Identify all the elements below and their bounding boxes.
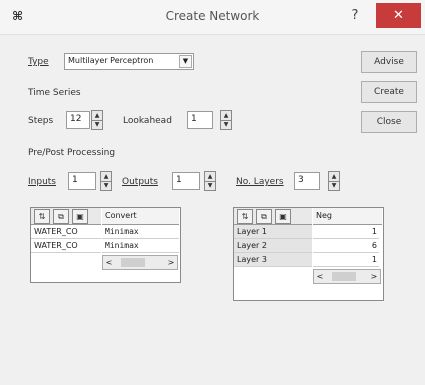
steps-input[interactable]: 12 bbox=[66, 111, 90, 129]
table-row-value[interactable]: 1 bbox=[313, 253, 379, 267]
scroll-right-icon[interactable]: > bbox=[368, 270, 380, 283]
sort-icon[interactable]: ⇅ bbox=[34, 209, 50, 224]
spin-down-icon[interactable]: ▼ bbox=[205, 181, 215, 190]
layers-label: No. Layers bbox=[236, 177, 284, 187]
lookahead-input[interactable]: 1 bbox=[187, 111, 213, 129]
table-row-name: Layer 3 bbox=[234, 253, 312, 267]
layers-table: ⇅ ⧉ ▣ Neg Layer 1 1 Layer 2 6 Layer 3 1 … bbox=[233, 207, 384, 301]
scroll-left-icon[interactable]: < bbox=[314, 270, 326, 283]
time-series-label: Time Series bbox=[28, 88, 81, 98]
type-select[interactable]: Multilayer Perceptron ▼ bbox=[64, 53, 194, 70]
lookahead-label: Lookahead bbox=[123, 116, 172, 126]
table-row-name[interactable]: WATER_CO bbox=[31, 225, 101, 239]
spin-down-icon[interactable]: ▼ bbox=[329, 181, 339, 190]
io-column-header[interactable]: Convert bbox=[102, 208, 179, 225]
layers-table-toolbar: ⇅ ⧉ ▣ bbox=[234, 208, 312, 225]
chevron-down-icon[interactable]: ▼ bbox=[179, 55, 192, 68]
inputs-spinner[interactable]: ▲ ▼ bbox=[100, 171, 112, 191]
steps-label: Steps bbox=[28, 116, 54, 126]
outputs-label: Outputs bbox=[122, 177, 158, 187]
steps-value: 12 bbox=[70, 114, 82, 124]
prepost-label: Pre/Post Processing bbox=[28, 148, 116, 158]
help-button[interactable]: ? bbox=[345, 6, 365, 26]
io-table: ⇅ ⧉ ▣ Convert WATER_CO Minimax WATER_CO … bbox=[30, 207, 181, 283]
layers-column-header[interactable]: Neg bbox=[313, 208, 382, 225]
title-bar: ⌘ Create Network ? ✕ bbox=[0, 0, 425, 35]
spin-down-icon[interactable]: ▼ bbox=[92, 120, 102, 129]
sort-icon[interactable]: ⇅ bbox=[237, 209, 253, 224]
outputs-value: 1 bbox=[176, 175, 182, 185]
create-button[interactable]: Create bbox=[361, 81, 417, 103]
scroll-thumb[interactable] bbox=[332, 272, 356, 281]
table-row-name[interactable]: WATER_CO bbox=[31, 239, 101, 253]
table-row-name: Layer 1 bbox=[234, 225, 312, 239]
lookahead-spinner[interactable]: ▲ ▼ bbox=[220, 110, 232, 130]
table-row-value[interactable]: Minimax bbox=[102, 225, 179, 239]
table-row-value[interactable]: Minimax bbox=[102, 239, 179, 253]
advise-button[interactable]: Advise bbox=[361, 51, 417, 73]
io-table-toolbar: ⇅ ⧉ ▣ bbox=[31, 208, 101, 225]
save-icon[interactable]: ▣ bbox=[72, 209, 88, 224]
inputs-input[interactable]: 1 bbox=[68, 172, 96, 190]
create-network-dialog: ⌘ Create Network ? ✕ Type Multilayer Per… bbox=[0, 0, 425, 385]
type-label: Type bbox=[28, 57, 49, 67]
copy-icon[interactable]: ⧉ bbox=[53, 209, 69, 224]
save-icon[interactable]: ▣ bbox=[275, 209, 291, 224]
scroll-thumb[interactable] bbox=[121, 258, 145, 267]
scroll-right-icon[interactable]: > bbox=[165, 256, 177, 269]
copy-icon[interactable]: ⧉ bbox=[256, 209, 272, 224]
inputs-label: Inputs bbox=[28, 177, 56, 187]
horizontal-scrollbar[interactable]: < > bbox=[313, 269, 381, 284]
outputs-input[interactable]: 1 bbox=[172, 172, 200, 190]
outputs-spinner[interactable]: ▲ ▼ bbox=[204, 171, 216, 191]
horizontal-scrollbar[interactable]: < > bbox=[102, 255, 178, 270]
steps-spinner[interactable]: ▲ ▼ bbox=[91, 110, 103, 130]
layers-spinner[interactable]: ▲ ▼ bbox=[328, 171, 340, 191]
spin-down-icon[interactable]: ▼ bbox=[101, 181, 111, 190]
lookahead-value: 1 bbox=[191, 114, 197, 124]
close-window-button[interactable]: ✕ bbox=[376, 3, 421, 28]
scroll-left-icon[interactable]: < bbox=[103, 256, 115, 269]
table-row-name: Layer 2 bbox=[234, 239, 312, 253]
spin-down-icon[interactable]: ▼ bbox=[221, 120, 231, 129]
type-select-value: Multilayer Perceptron bbox=[68, 56, 154, 65]
close-button[interactable]: Close bbox=[361, 111, 417, 133]
table-row-value[interactable]: 1 bbox=[313, 225, 379, 239]
layers-value: 3 bbox=[298, 175, 304, 185]
table-row-value[interactable]: 6 bbox=[313, 239, 379, 253]
layers-input[interactable]: 3 bbox=[294, 172, 320, 190]
inputs-value: 1 bbox=[72, 175, 78, 185]
